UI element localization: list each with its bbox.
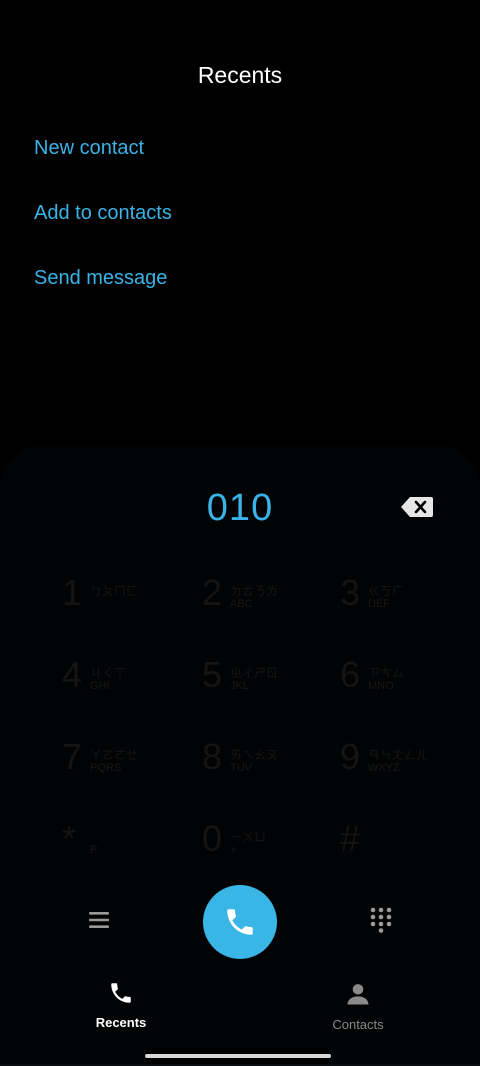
- key-digit: #: [340, 818, 361, 859]
- phone-icon: [227, 909, 253, 935]
- key-1[interactable]: 1 ㄅㄆㄇㄈ: [62, 570, 202, 630]
- key-digit: 0: [202, 818, 223, 859]
- key-4[interactable]: 4 ㄐㄑㄒ GHI: [62, 652, 202, 712]
- key-6[interactable]: 6 ㄗㄘㄙ MNO: [340, 652, 480, 712]
- key-zhuyin: ㄅㄆㄇㄈ: [90, 584, 139, 598]
- key-digit: 9: [340, 736, 361, 777]
- key-letters: +: [230, 844, 237, 856]
- send-message-option[interactable]: Send message: [34, 260, 172, 325]
- key-star[interactable]: * P: [62, 816, 202, 876]
- key-2[interactable]: 2 ㄉㄊㄋㄌ ABC: [202, 570, 342, 630]
- key-zhuyin: ㄢㄣㄤㄥㄦ: [368, 748, 429, 762]
- key-digit: 6: [340, 654, 361, 695]
- key-zhuyin: ㄍㄎㄏ: [368, 584, 405, 598]
- key-9[interactable]: 9 ㄢㄣㄤㄥㄦ WXYZ: [340, 734, 480, 794]
- key-letters: P: [90, 844, 98, 856]
- key-letters: GHI: [90, 680, 110, 692]
- page-title: Recents: [197, 62, 283, 88]
- key-digit: 1: [62, 572, 83, 613]
- person-icon: [347, 984, 369, 1005]
- dialpad-icon[interactable]: [370, 907, 392, 933]
- key-digit: 2: [202, 572, 223, 613]
- nav-contacts[interactable]: Contacts: [298, 980, 418, 1032]
- key-zhuyin: ㄞㄟㄠㄡ: [230, 748, 279, 762]
- phone-icon: [111, 983, 131, 1003]
- key-0[interactable]: 0 ㄧㄨㄩ +: [202, 816, 342, 876]
- dialer-actions: [0, 885, 480, 959]
- key-zhuyin: ㄓㄔㄕㄖ: [230, 666, 279, 680]
- backspace-icon[interactable]: [400, 496, 434, 518]
- hamburger-menu-icon[interactable]: [88, 910, 110, 930]
- context-menu: New contact Add to contacts Send message: [34, 130, 172, 325]
- call-button[interactable]: [203, 885, 277, 959]
- nav-contacts-label: Contacts: [332, 1017, 384, 1032]
- key-letters: WXYZ: [368, 762, 400, 774]
- key-digit: 7: [62, 736, 83, 777]
- key-digit: 3: [340, 572, 361, 613]
- key-8[interactable]: 8 ㄞㄟㄠㄡ TUV: [202, 734, 342, 794]
- key-letters: MNO: [368, 680, 394, 692]
- key-zhuyin: ㄚㄛㄜㄝ: [90, 748, 139, 762]
- key-digit: *: [62, 818, 77, 859]
- nav-recents-label: Recents: [95, 1015, 147, 1030]
- key-letters: PQRS: [90, 762, 122, 774]
- new-contact-option[interactable]: New contact: [34, 130, 172, 195]
- key-letters: TUV: [230, 762, 252, 774]
- key-7[interactable]: 7 ㄚㄛㄜㄝ PQRS: [62, 734, 202, 794]
- key-zhuyin: ㄐㄑㄒ: [90, 666, 127, 680]
- key-digit: 4: [62, 654, 83, 695]
- key-letters: ABC: [230, 598, 253, 610]
- key-letters: JKL: [230, 680, 249, 692]
- bottom-navigation: Recents Contacts: [0, 980, 480, 1040]
- key-letters: DEF: [368, 598, 390, 610]
- key-hash[interactable]: #: [340, 816, 480, 876]
- add-to-contacts-option[interactable]: Add to contacts: [34, 195, 172, 260]
- home-indicator[interactable]: [145, 1054, 331, 1058]
- key-zhuyin: ㄧㄨㄩ: [230, 830, 267, 844]
- key-zhuyin: ㄗㄘㄙ: [368, 666, 405, 680]
- key-digit: 5: [202, 654, 223, 695]
- nav-recents[interactable]: Recents: [61, 980, 181, 1030]
- key-3[interactable]: 3 ㄍㄎㄏ DEF: [340, 570, 480, 630]
- key-zhuyin: ㄉㄊㄋㄌ: [230, 584, 279, 598]
- key-digit: 8: [202, 736, 223, 777]
- key-5[interactable]: 5 ㄓㄔㄕㄖ JKL: [202, 652, 342, 712]
